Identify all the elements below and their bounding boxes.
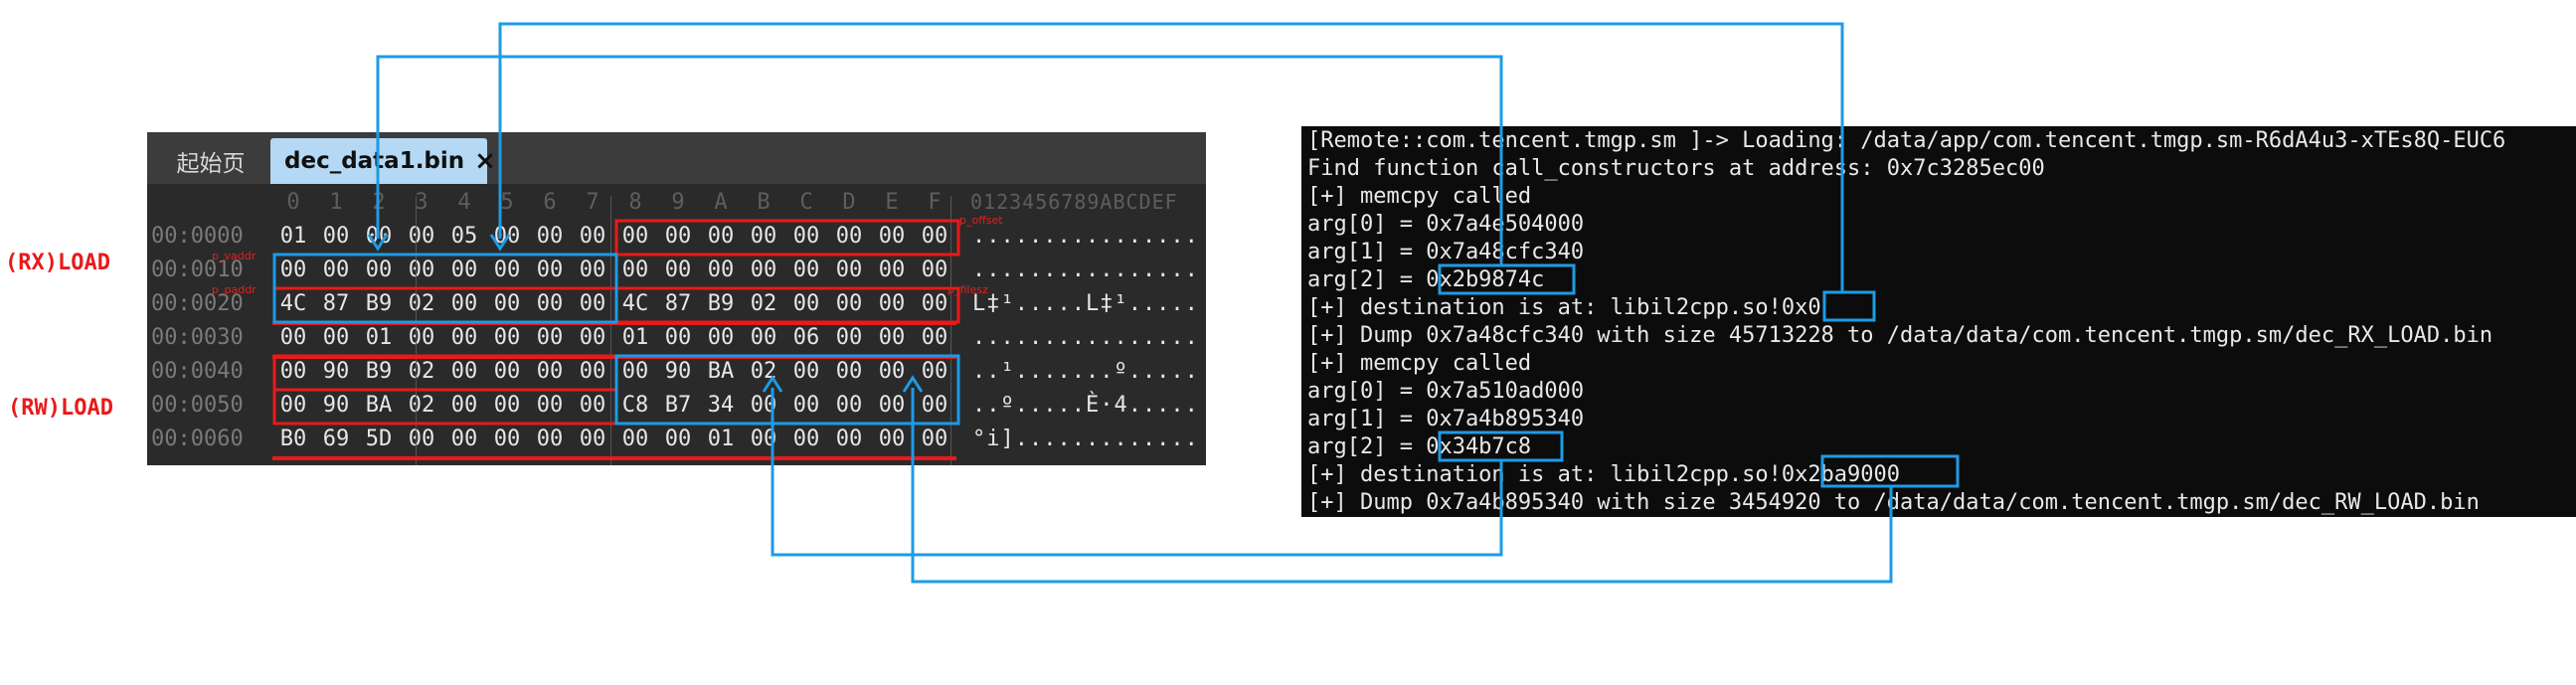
terminal-value-box <box>1820 454 1960 488</box>
connector-line <box>498 22 1844 292</box>
terminal-value-box <box>1822 290 1876 322</box>
p-paddr-red-outline <box>272 286 618 324</box>
connector-line <box>911 388 1893 584</box>
connector-line <box>771 388 1503 557</box>
p-offset-red-outline <box>614 219 960 257</box>
terminal-value-box <box>1438 263 1576 295</box>
terminal-value-box <box>1438 430 1564 462</box>
annotation-overlay <box>272 22 1960 584</box>
connector-line <box>376 55 1503 265</box>
rw-vaddr-red-outline <box>272 354 618 392</box>
p-filesz-red-outline <box>614 286 960 324</box>
rw-filesz-blue-box <box>614 354 960 426</box>
p-vaddr-red-outline <box>272 253 618 290</box>
rw-paddr-red-outline <box>272 388 618 426</box>
